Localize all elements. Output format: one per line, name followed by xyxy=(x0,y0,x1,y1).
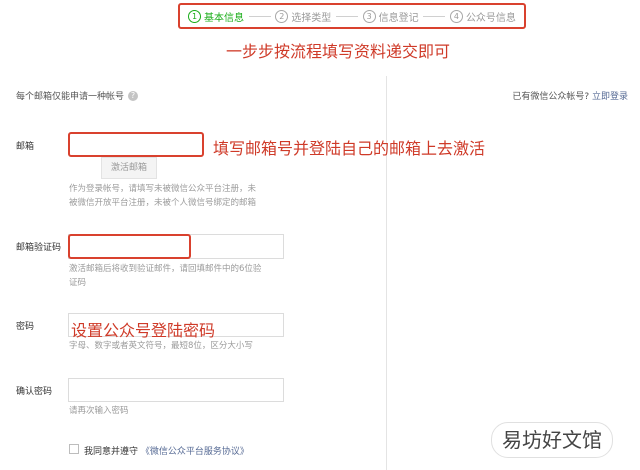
step-label: 公众号信息 xyxy=(465,12,516,24)
activate-email-button[interactable]: 激活邮箱 xyxy=(101,157,157,179)
verify-code-input[interactable] xyxy=(68,234,191,259)
email-tip-line: 作为登录帐号，请填写未被微信公众平台注册，未 xyxy=(69,184,257,194)
watermark: 易坊好文馆 xyxy=(491,422,613,458)
email-tip: 作为登录帐号，请填写未被微信公众平台注册，未 被微信开放平台注册，未被个人微信号… xyxy=(69,182,256,210)
service-agreement-link[interactable]: 《微信公众平台服务协议》 xyxy=(141,447,249,457)
step-separator xyxy=(423,15,446,17)
one-account-hint: 每个邮箱仅能申请一种帐号 ? xyxy=(16,89,139,102)
confirm-password-label: 确认密码 xyxy=(16,387,53,397)
verify-code-tip-line: 激活邮箱后将收到验证邮件，请回填邮件中的6位验 xyxy=(69,264,262,274)
hint-text: 每个邮箱仅能申请一种帐号 xyxy=(16,92,125,102)
password-tip: 字母、数字或者英文符号，最短8位，区分大小写 xyxy=(69,341,253,351)
step-select-type: 2 选择类型 xyxy=(275,9,331,24)
annotation-password: 设置公众号登陆密码 xyxy=(71,321,216,340)
step-number-3: 3 xyxy=(362,9,376,23)
email-input[interactable] xyxy=(68,132,204,157)
agree-checkbox[interactable] xyxy=(69,444,79,454)
password-label: 密码 xyxy=(16,322,35,332)
agree-label: 我同意并遵守 《微信公众平台服务协议》 xyxy=(84,444,249,457)
step-separator xyxy=(335,15,358,17)
step-label: 选择类型 xyxy=(291,12,332,24)
step-label: 信息登记 xyxy=(378,12,419,24)
login-link[interactable]: 立即登录 xyxy=(592,92,628,102)
annotation-flow: 一步步按流程填写资料递交即可 xyxy=(226,42,451,61)
step-number-4: 4 xyxy=(449,9,463,23)
step-number-1: 1 xyxy=(188,9,201,23)
step-info-register: 3 信息登记 xyxy=(362,9,419,24)
verify-code-tip: 激活邮箱后将收到验证邮件，请回填邮件中的6位验 证码 xyxy=(69,262,261,290)
step-number-2: 2 xyxy=(275,9,289,23)
confirm-password-input[interactable] xyxy=(68,378,284,402)
step-basic-info: 1 基本信息 xyxy=(188,9,244,24)
annotation-email: 填写邮箱号并登陆自己的邮箱上去激活 xyxy=(213,139,486,158)
help-icon[interactable]: ? xyxy=(128,90,139,101)
email-tip-line: 被微信开放平台注册，未被个人微信号绑定的邮箱 xyxy=(69,198,257,208)
email-label: 邮箱 xyxy=(16,142,35,152)
verify-code-label: 邮箱验证码 xyxy=(16,243,62,253)
login-prompt-text: 已有微信公众帐号? xyxy=(512,92,590,102)
confirm-password-tip: 请再次输入密码 xyxy=(69,406,129,416)
step-account-info: 4 公众号信息 xyxy=(449,9,516,24)
verify-code-tip-line: 证码 xyxy=(69,278,87,288)
login-prompt: 已有微信公众帐号? 立即登录 xyxy=(512,89,628,102)
step-progress-bar: 1 基本信息 2 选择类型 3 信息登记 4 公众号信息 xyxy=(178,3,526,29)
step-separator xyxy=(248,15,271,17)
agree-text: 我同意并遵守 xyxy=(84,447,139,457)
step-label: 基本信息 xyxy=(204,12,244,24)
